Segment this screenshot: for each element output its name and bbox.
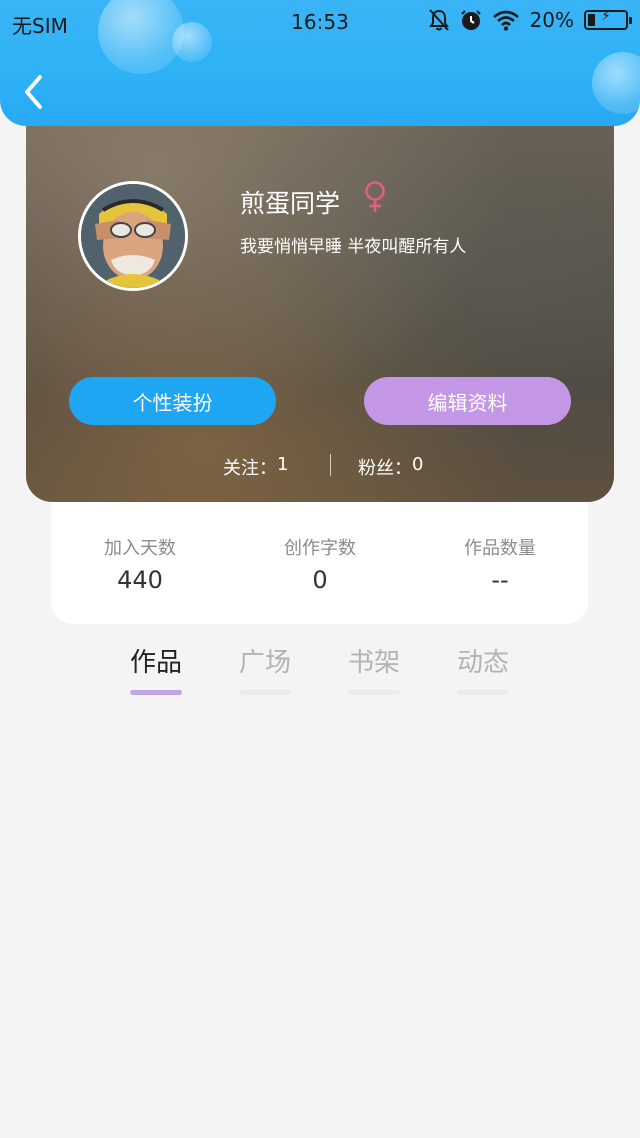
header-bar: 无SIM 16:53 20% ⚡ [0, 0, 640, 126]
stat-value: 0 [312, 566, 328, 594]
follow-divider [330, 454, 331, 476]
tab-indicator [457, 690, 509, 695]
stat-label: 作品数量 [464, 538, 536, 559]
tab-label: 书架 [347, 648, 400, 678]
tab-indicator [130, 690, 182, 695]
following-count: 1 [277, 454, 289, 475]
profile-card: 煎蛋同学 我要悄悄早睡 半夜叫醒所有人 个性装扮 编辑资料 关注： 1 粉丝： … [26, 100, 614, 502]
tab-moments[interactable]: 动态 [438, 642, 528, 695]
username: 煎蛋同学 [240, 189, 341, 218]
following-label: 关注： [223, 458, 277, 479]
battery-charging-icon: ⚡ [584, 9, 632, 30]
edit-profile-button[interactable]: 编辑资料 [364, 377, 571, 425]
stat-label: 加入天数 [104, 538, 176, 559]
profile-bio: 我要悄悄早睡 半夜叫醒所有人 [240, 237, 467, 257]
female-gender-icon [365, 181, 385, 212]
tab-indicator [348, 690, 400, 695]
avatar-photo [81, 184, 185, 288]
stat-label: 创作字数 [284, 538, 356, 559]
following-link[interactable]: 关注： 1 [223, 454, 288, 480]
decorative-bubble [592, 52, 640, 114]
stat-join-days: 加入天数 440 [60, 534, 220, 594]
fans-link[interactable]: 粉丝： 0 [358, 454, 423, 480]
tab-label: 作品 [129, 648, 182, 678]
stat-word-count: 创作字数 0 [240, 534, 400, 594]
stat-value: -- [491, 566, 509, 594]
tab-bookshelf[interactable]: 书架 [329, 642, 419, 695]
bell-off-icon [428, 9, 449, 31]
avatar[interactable] [78, 181, 188, 291]
chevron-left-icon[interactable] [18, 72, 52, 112]
wifi-icon [492, 10, 519, 31]
tab-square[interactable]: 广场 [220, 642, 310, 695]
alarm-icon [460, 10, 481, 30]
content-tabs: 作品 广场 书架 动态 [0, 640, 640, 700]
follow-stats: 关注： 1 粉丝： 0 [26, 452, 614, 480]
stat-value: 440 [117, 566, 163, 594]
charging-bolt-icon: ⚡ [601, 9, 611, 24]
tab-label: 动态 [456, 648, 509, 678]
tab-works[interactable]: 作品 [111, 642, 201, 695]
dressup-button[interactable]: 个性装扮 [69, 377, 276, 425]
tab-label: 广场 [238, 648, 291, 678]
status-bar: 无SIM 16:53 20% ⚡ [0, 0, 640, 44]
tab-indicator [239, 690, 291, 695]
fans-count: 0 [412, 454, 424, 475]
fans-label: 粉丝： [358, 458, 412, 479]
stat-works-count: 作品数量 -- [420, 534, 580, 594]
battery-percent: 20% [529, 8, 574, 32]
status-icons: 20% ⚡ [428, 8, 632, 32]
